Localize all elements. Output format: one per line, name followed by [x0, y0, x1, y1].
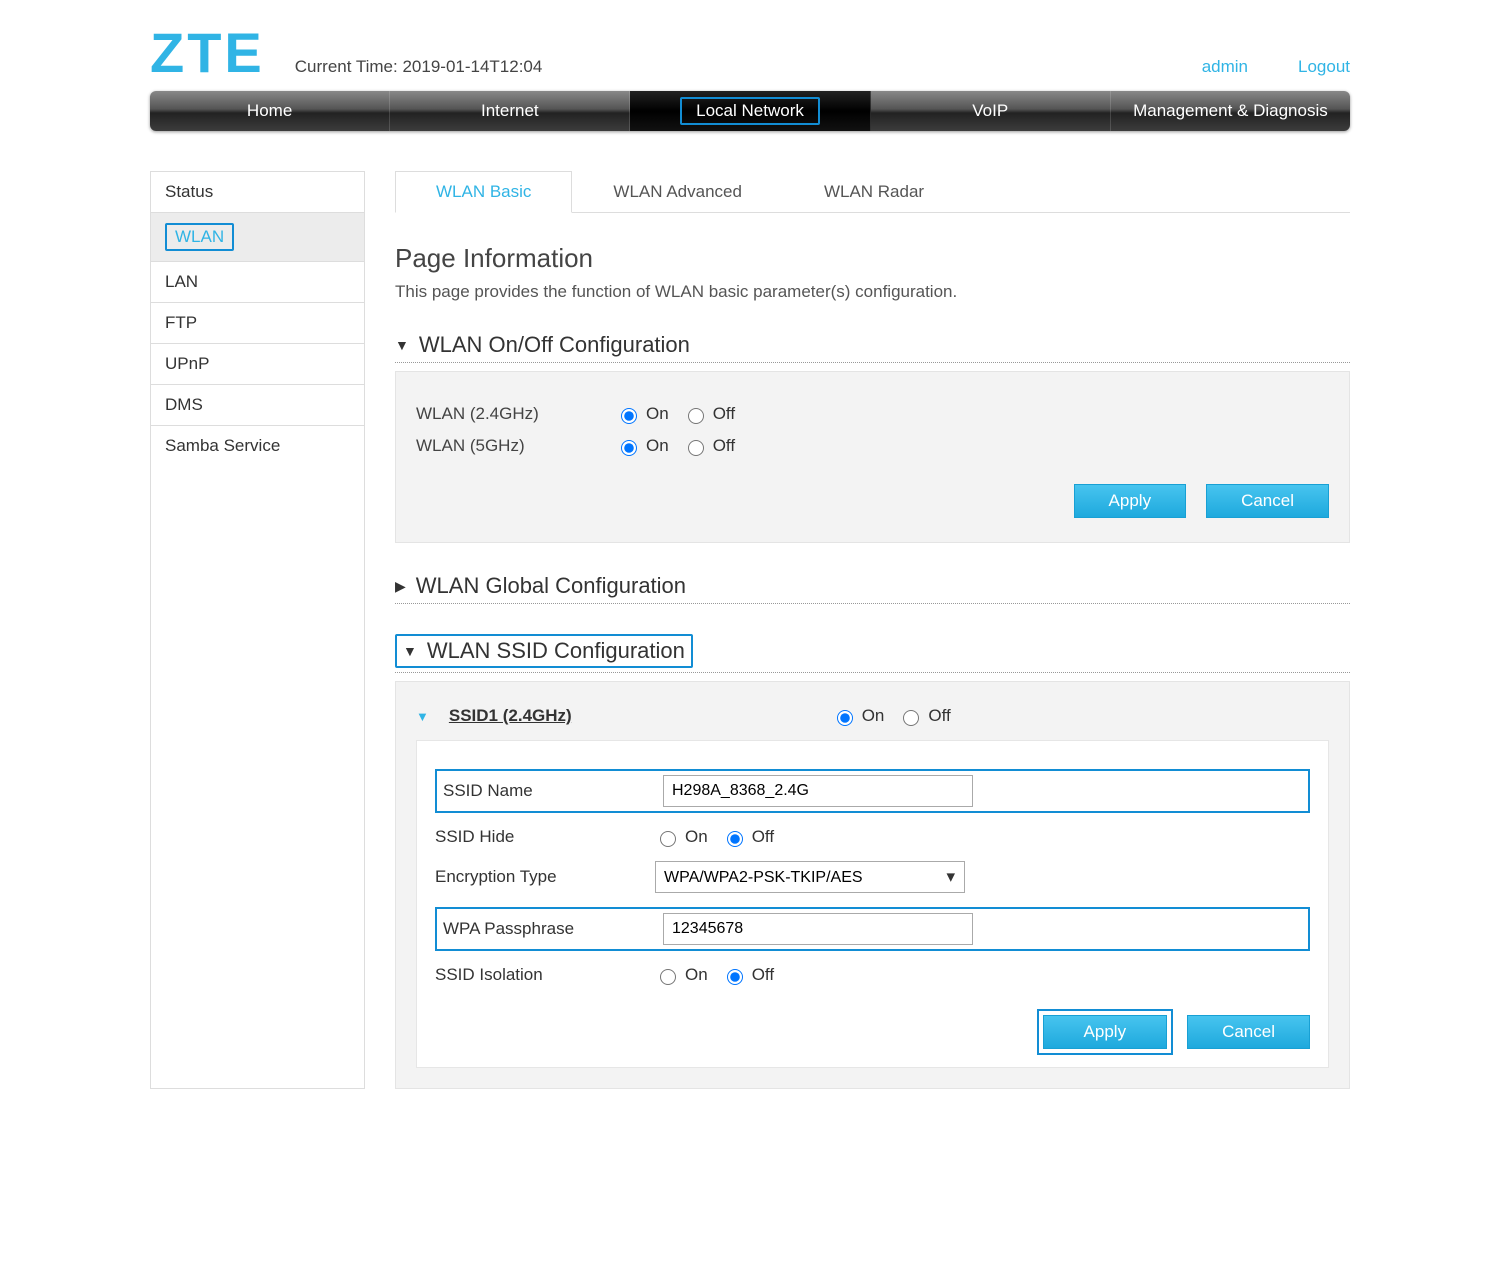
ssid1-config-block: SSID Name SSID Hide On Off Encryption Ty… [416, 740, 1329, 1068]
encryption-row: Encryption Type WPA/WPA2-PSK-TKIP/AES [435, 861, 1310, 893]
ssid-hide-on-radio[interactable] [660, 831, 676, 847]
ssid-name-input[interactable] [663, 775, 973, 807]
brand-logo: ZTE [150, 20, 265, 85]
tab-wlan-radar[interactable]: WLAN Radar [783, 171, 965, 213]
sidebar-label: LAN [165, 272, 198, 291]
ssid-isolation-label: SSID Isolation [435, 965, 655, 985]
ssid-isolation-off-radio[interactable] [727, 969, 743, 985]
nav-label: Home [247, 101, 292, 121]
ssid1-on-radio[interactable] [837, 710, 853, 726]
nav-management-diagnosis[interactable]: Management & Diagnosis [1111, 91, 1350, 131]
tabs: WLAN BasicWLAN AdvancedWLAN Radar [395, 171, 1350, 213]
off-label: Off [752, 965, 774, 985]
on-label: On [685, 827, 708, 847]
sidebar-item-samba-service[interactable]: Samba Service [151, 426, 364, 466]
onoff-apply-button[interactable]: Apply [1074, 484, 1187, 518]
section-wlan-onoff-header[interactable]: ▼ WLAN On/Off Configuration [395, 332, 1350, 363]
sidebar-label: DMS [165, 395, 203, 414]
sidebar-item-wlan[interactable]: WLAN [151, 213, 364, 262]
chevron-down-icon: ▼ [416, 709, 429, 724]
ssid-apply-button[interactable]: Apply [1043, 1015, 1168, 1049]
sidebar-label: FTP [165, 313, 197, 332]
user-link[interactable]: admin [1202, 57, 1248, 85]
off-label: Off [713, 404, 735, 424]
ssid1-header[interactable]: ▼ SSID1 (2.4GHz) On Off [416, 702, 1329, 740]
sidebar-label: Samba Service [165, 436, 280, 455]
wlan-onoff-row: WLAN (5GHz) On Off [416, 436, 1329, 456]
radio-group: On Off [616, 404, 735, 424]
section-title: WLAN Global Configuration [416, 573, 686, 599]
nav-label: Management & Diagnosis [1133, 101, 1328, 121]
nav-local-network[interactable]: Local Network [630, 91, 870, 131]
top-nav: Home Internet Local Network VoIP Management … [150, 91, 1350, 131]
ssid1-off-radio[interactable] [903, 710, 919, 726]
wlan-off-radio[interactable] [688, 408, 704, 424]
off-label: Off [928, 706, 950, 726]
chevron-down-icon: ▼ [403, 643, 417, 659]
ssid-hide-label: SSID Hide [435, 827, 655, 847]
header: ZTE Current Time: 2019-01-14T12:04 admin… [150, 20, 1350, 85]
off-label: Off [752, 827, 774, 847]
section-title: WLAN On/Off Configuration [419, 332, 690, 358]
current-time: Current Time: 2019-01-14T12:04 [295, 57, 543, 85]
ssid-hide-row: SSID Hide On Off [435, 827, 1310, 847]
wlan-on-radio[interactable] [621, 408, 637, 424]
wlan-band-label: WLAN (2.4GHz) [416, 404, 616, 424]
chevron-right-icon: ▶ [395, 578, 406, 595]
wpa-passphrase-input[interactable] [663, 913, 973, 945]
ssid1-name-label: SSID1 (2.4GHz) [449, 706, 572, 726]
on-label: On [862, 706, 885, 726]
sidebar-label: UPnP [165, 354, 209, 373]
sidebar-item-status[interactable]: Status [151, 172, 364, 213]
ssid-isolation-on-radio[interactable] [660, 969, 676, 985]
onoff-cancel-button[interactable]: Cancel [1206, 484, 1329, 518]
ssid-hide-off-radio[interactable] [727, 831, 743, 847]
sidebar-label: WLAN [165, 223, 234, 251]
on-label: On [685, 965, 708, 985]
ssid-isolation-row: SSID Isolation On Off [435, 965, 1310, 985]
section-title: WLAN SSID Configuration [427, 638, 685, 664]
wlan-off-radio[interactable] [688, 440, 704, 456]
radio-group: On Off [616, 436, 735, 456]
tab-wlan-basic[interactable]: WLAN Basic [395, 171, 572, 213]
on-label: On [646, 436, 669, 456]
sidebar-item-upnp[interactable]: UPnP [151, 344, 364, 385]
section-wlan-ssid-header[interactable]: ▼ WLAN SSID Configuration [395, 634, 1350, 673]
page-title: Page Information [395, 243, 1350, 274]
on-label: On [646, 404, 669, 424]
encryption-select[interactable]: WPA/WPA2-PSK-TKIP/AES [655, 861, 965, 893]
nav-label: VoIP [972, 101, 1008, 121]
page-description: This page provides the function of WLAN … [395, 282, 1350, 302]
off-label: Off [713, 436, 735, 456]
wpa-passphrase-label: WPA Passphrase [443, 919, 663, 939]
wlan-band-label: WLAN (5GHz) [416, 436, 616, 456]
nav-home[interactable]: Home [150, 91, 390, 131]
sidebar-item-dms[interactable]: DMS [151, 385, 364, 426]
wlan-on-radio[interactable] [621, 440, 637, 456]
section-wlan-global-header[interactable]: ▶ WLAN Global Configuration [395, 573, 1350, 604]
ssid-cancel-button[interactable]: Cancel [1187, 1015, 1310, 1049]
wlan-onoff-panel: WLAN (2.4GHz) On Off WLAN (5GHz) On Off Apply… [395, 371, 1350, 543]
ssid-name-row: SSID Name [435, 769, 1310, 813]
tab-wlan-advanced[interactable]: WLAN Advanced [572, 171, 783, 213]
logout-link[interactable]: Logout [1298, 57, 1350, 85]
chevron-down-icon: ▼ [395, 337, 409, 353]
ssid-name-label: SSID Name [443, 781, 663, 801]
nav-label: Local Network [680, 97, 820, 125]
encryption-label: Encryption Type [435, 867, 655, 887]
wlan-ssid-panel: ▼ SSID1 (2.4GHz) On Off SSID Name SSID H… [395, 681, 1350, 1089]
wlan-onoff-row: WLAN (2.4GHz) On Off [416, 404, 1329, 424]
content: WLAN BasicWLAN AdvancedWLAN Radar Page I… [395, 171, 1350, 1089]
wpa-passphrase-row: WPA Passphrase [435, 907, 1310, 951]
sidebar: Status WLAN LAN FTP UPnP DMS Samba Service [150, 171, 365, 1089]
nav-voip[interactable]: VoIP [871, 91, 1111, 131]
nav-label: Internet [481, 101, 539, 121]
sidebar-label: Status [165, 182, 213, 201]
nav-internet[interactable]: Internet [390, 91, 630, 131]
sidebar-item-ftp[interactable]: FTP [151, 303, 364, 344]
sidebar-item-lan[interactable]: LAN [151, 262, 364, 303]
